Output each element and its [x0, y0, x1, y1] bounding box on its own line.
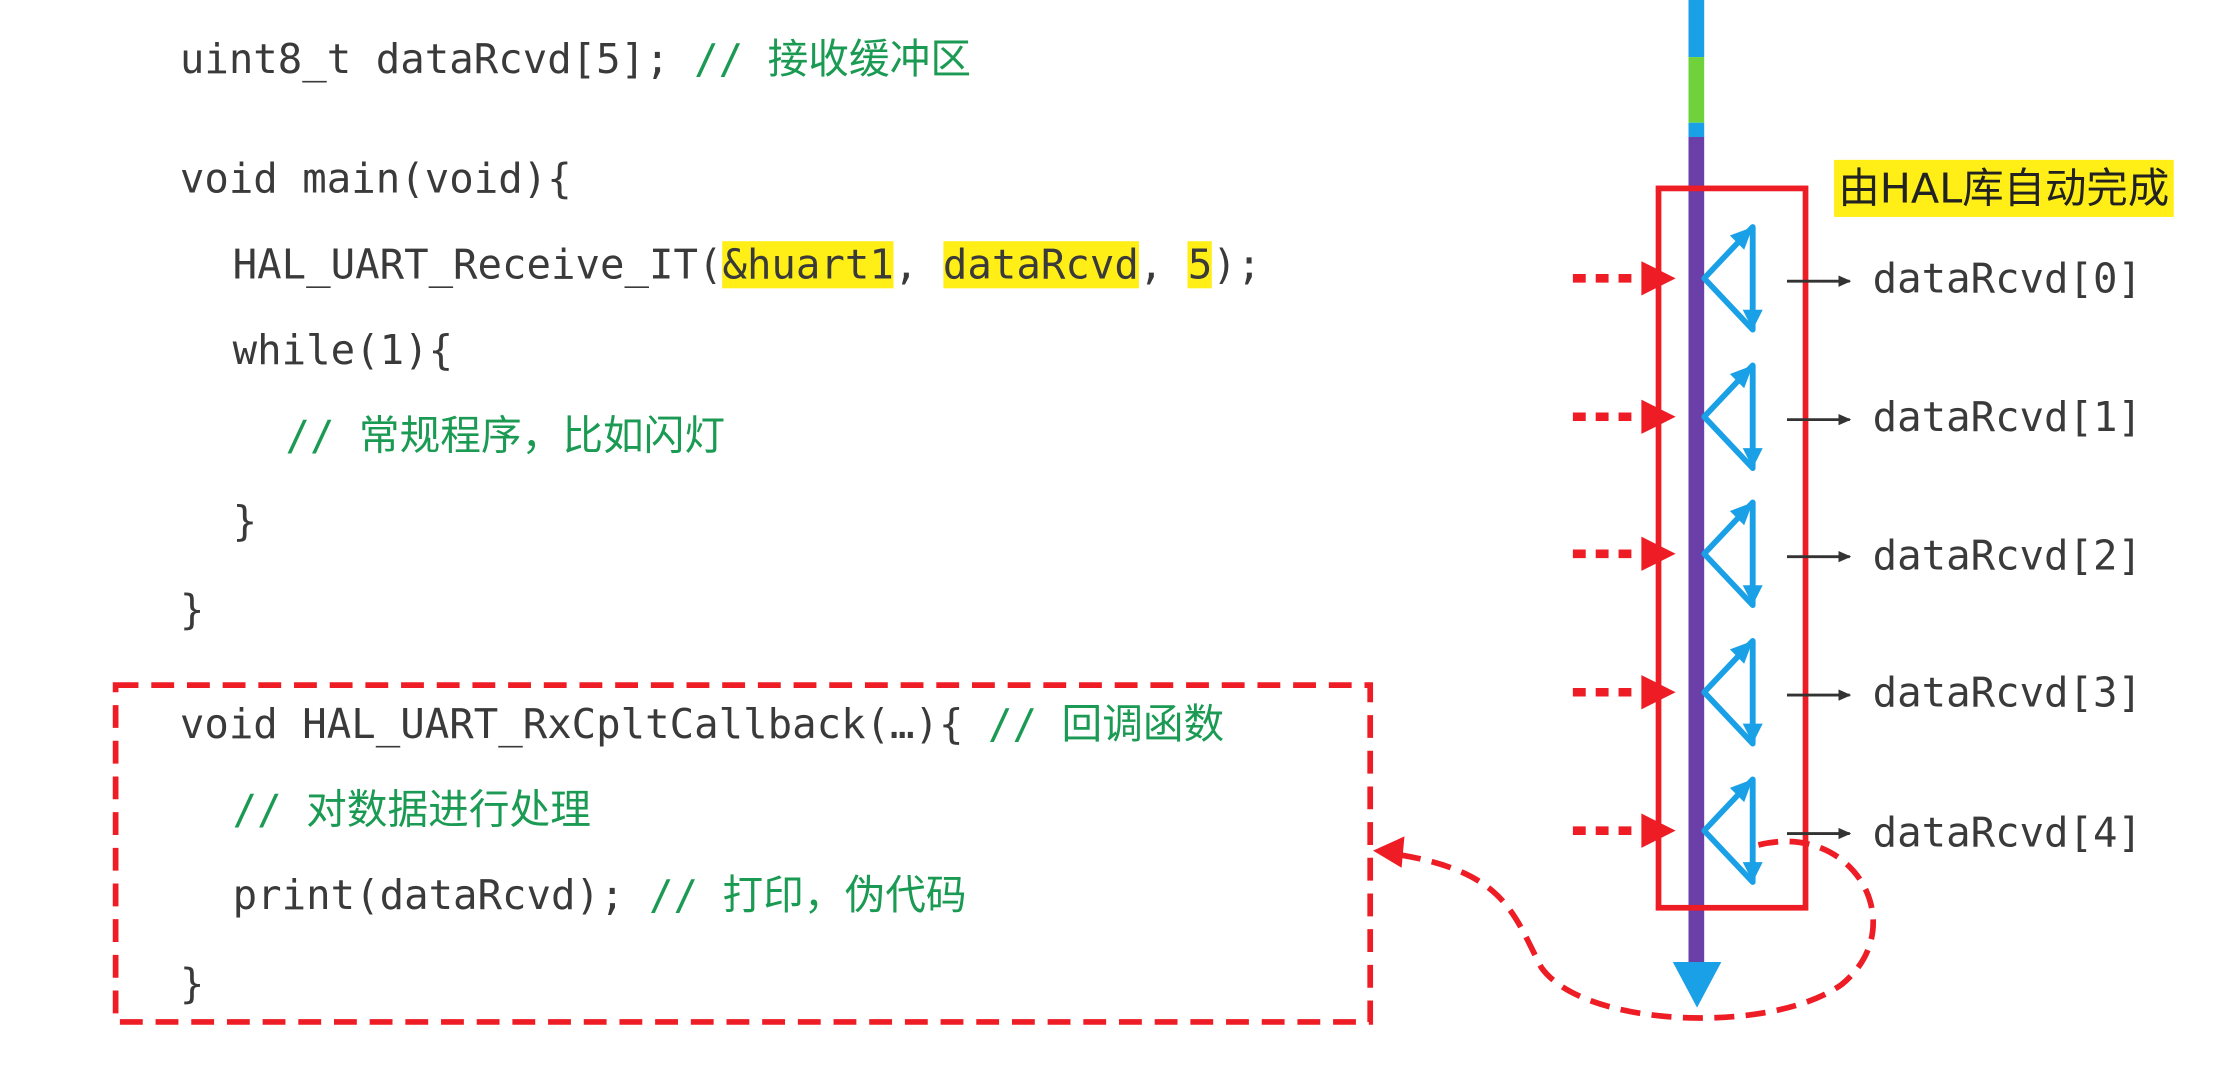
callback-return-arrowhead: [1373, 836, 1405, 868]
diagram-stage: { "code": { "decl_code": "uint8_t dataRc…: [0, 0, 2238, 1065]
diagram-graphics: [112, 0, 1876, 1025]
timeline-blue-segment: [1688, 122, 1705, 138]
timeline-main: [1688, 137, 1705, 965]
timeline-top-segment: [1688, 0, 1705, 58]
callback-frame: [112, 682, 1374, 1025]
timeline-end-arrow: [1672, 961, 1722, 1008]
timeline-green-segment: [1688, 57, 1705, 123]
callback-return-arrow: [1391, 838, 1876, 1021]
